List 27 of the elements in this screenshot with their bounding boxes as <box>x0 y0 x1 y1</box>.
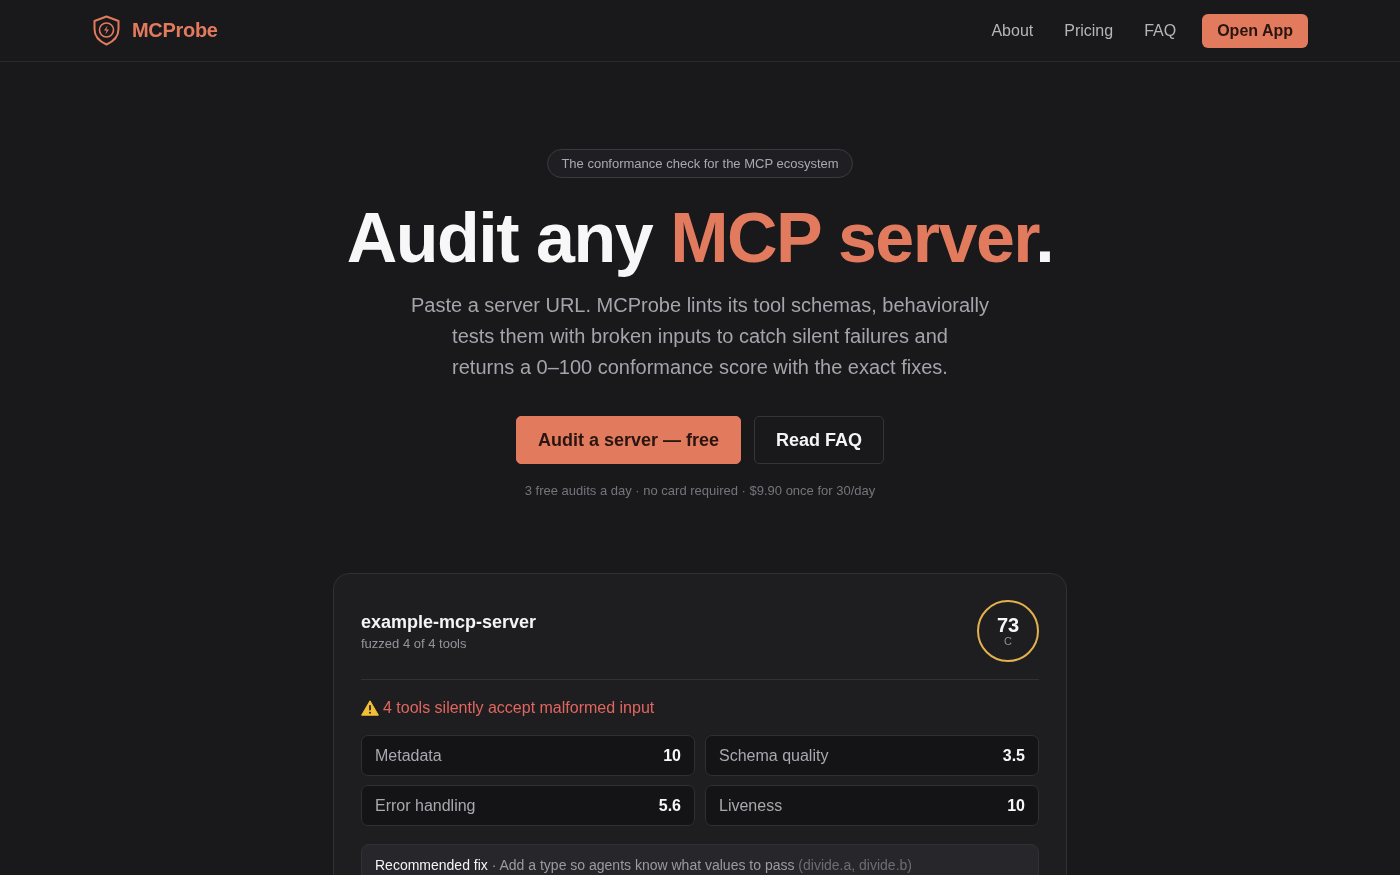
nav-link[interactable]: FAQ <box>1144 21 1177 40</box>
metric-value: 10 <box>663 746 681 765</box>
metric-value: 3.5 <box>1002 746 1025 765</box>
score-value: 73 <box>996 614 1020 635</box>
shield-bolt-icon <box>92 15 121 46</box>
audit-button[interactable]: Audit a server — free <box>515 416 741 464</box>
metric-label: Schema quality <box>719 746 829 765</box>
pricing-note: 3 free audits a day · no card required · $9.90 once for 30/day <box>524 483 876 498</box>
hero-description: Paste a server URL. MCProbe lints its tool schemas, behaviorally tests them with broken inputs to catch silent failures and returns a 0–100 conformance score with the exact fixes. <box>411 293 989 380</box>
score-grade: C <box>1004 634 1012 648</box>
metric-label: Error handling <box>375 796 476 815</box>
warning-icon <box>361 700 379 716</box>
server-name: example-mcp-server <box>361 611 537 633</box>
warning-text: 4 tools silently accept malformed input <box>383 699 655 717</box>
fuzz-summary: fuzzed 4 of 4 tools <box>361 635 468 651</box>
nav-link[interactable]: About <box>991 21 1034 40</box>
metric-value: 5.6 <box>658 796 681 815</box>
tagline-pill: The conformance check for the MCP ecosystem <box>547 149 853 178</box>
brand-name: MCProbe <box>132 19 218 42</box>
metric-value: 10 <box>1007 796 1025 815</box>
metric-label: Metadata <box>375 746 442 765</box>
open-app-button[interactable]: Open App <box>1202 13 1308 48</box>
nav-link[interactable]: Pricing <box>1064 21 1114 40</box>
metric-label: Liveness <box>719 796 783 815</box>
recommended-fix-text: Recommended fix · Add a type so agents know what values to pass (divide.a, divide.b) <box>375 857 913 873</box>
faq-button[interactable]: Read FAQ <box>754 416 885 464</box>
hero-headline: Audit any MCP server. <box>346 198 1054 279</box>
